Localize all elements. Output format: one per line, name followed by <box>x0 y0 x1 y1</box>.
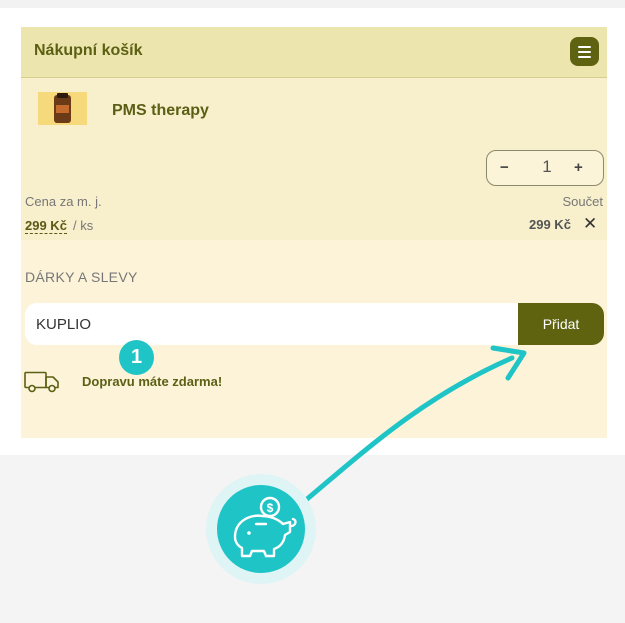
top-strip <box>0 0 625 8</box>
gifts-title: DÁRKY A SLEVY <box>25 269 138 285</box>
cart-panel: Nákupní košík PMS therapy − 1 + Cena za … <box>21 27 607 438</box>
add-coupon-button[interactable]: Přidat <box>518 303 604 345</box>
truck-icon <box>24 371 59 393</box>
total-price: 299 Kč <box>529 217 571 232</box>
step-badge: 1 <box>119 340 154 375</box>
hamburger-menu-icon[interactable] <box>570 37 599 66</box>
quantity-increase-button[interactable]: + <box>574 159 583 176</box>
piggy-circle <box>217 485 305 573</box>
coupon-input[interactable] <box>25 303 519 345</box>
quantity-stepper: − 1 + <box>486 150 604 186</box>
free-shipping-text: Dopravu máte zdarma! <box>82 374 223 389</box>
unit-price-label: Cena za m. j. <box>25 194 102 209</box>
unit-suffix: / ks <box>73 218 94 233</box>
cart-header: Nákupní košík <box>21 27 607 78</box>
quantity-value[interactable]: 1 <box>540 157 554 177</box>
cart-item: PMS therapy − 1 + Cena za m. j. Součet 2… <box>21 78 607 240</box>
piggy-halo <box>206 474 316 584</box>
product-bottle-image[interactable] <box>38 92 87 125</box>
total-label: Součet <box>562 194 603 209</box>
piggy-bank-coin-icon <box>233 496 297 558</box>
remove-item-icon[interactable]: ✕ <box>583 214 597 234</box>
coin-symbol: $ <box>267 501 274 515</box>
cart-title: Nákupní košík <box>34 42 143 59</box>
quantity-decrease-button[interactable]: − <box>500 159 509 176</box>
product-name[interactable]: PMS therapy <box>112 102 209 120</box>
unit-price: 299 Kč <box>25 218 67 234</box>
